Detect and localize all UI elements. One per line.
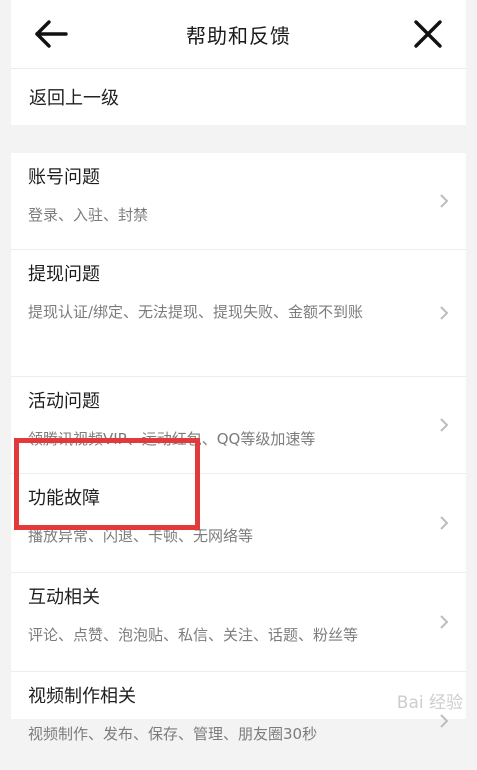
- page: 帮助和反馈 返回上一级 账号问题 登录、入驻、封禁 提现问题 提现认证/绑定、无…: [0, 0, 477, 743]
- page-title: 帮助和反馈: [186, 23, 291, 48]
- item-subtitle: 提现认证/绑定、无法提现、提现失败、金额不到账: [28, 303, 364, 321]
- top-bar: 帮助和反馈: [11, 0, 466, 69]
- item-title: 互动相关: [28, 587, 100, 608]
- chevron-right-icon: [440, 516, 449, 530]
- item-subtitle: 评论、点赞、泡泡贴、私信、关注、话题、粉丝等: [28, 626, 359, 644]
- highlight-annotation-box: [14, 438, 200, 530]
- item-subtitle: 登录、入驻、封禁: [28, 206, 149, 224]
- section-divider: [11, 125, 466, 153]
- watermark: Bai 经验: [396, 693, 463, 713]
- item-title: 提现问题: [28, 264, 100, 285]
- list-item-account[interactable]: 账号问题 登录、入驻、封禁: [11, 153, 466, 250]
- help-feedback-screen: 帮助和反馈 返回上一级 账号问题 登录、入驻、封禁 提现问题 提现认证/绑定、无…: [11, 0, 466, 743]
- arrow-left-icon[interactable]: [33, 18, 69, 50]
- back-to-parent-label: 返回上一级: [29, 88, 119, 109]
- back-to-parent-row[interactable]: 返回上一级: [11, 69, 466, 125]
- close-icon[interactable]: [410, 16, 446, 52]
- chevron-right-icon: [440, 714, 449, 728]
- chevron-right-icon: [440, 306, 449, 320]
- chevron-right-icon: [440, 615, 449, 629]
- item-title: 视频制作相关: [28, 686, 136, 707]
- chevron-right-icon: [440, 418, 449, 432]
- list-item-interaction[interactable]: 互动相关 评论、点赞、泡泡贴、私信、关注、话题、粉丝等: [11, 573, 466, 672]
- list-item-video-production[interactable]: 视频制作相关 视频制作、发布、保存、管理、朋友圈30秒: [11, 672, 466, 770]
- item-title: 活动问题: [28, 391, 100, 412]
- item-subtitle: 视频制作、发布、保存、管理、朋友圈30秒: [28, 725, 318, 743]
- list-item-withdrawal[interactable]: 提现问题 提现认证/绑定、无法提现、提现失败、金额不到账: [11, 250, 466, 377]
- chevron-right-icon: [440, 194, 449, 208]
- item-title: 账号问题: [28, 167, 100, 188]
